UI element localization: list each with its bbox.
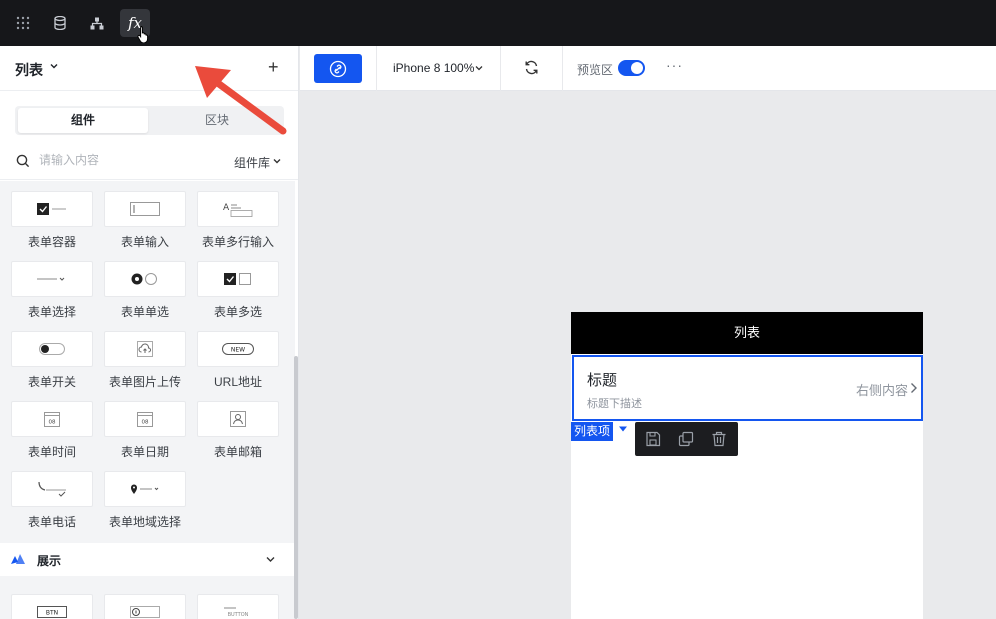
date-number-text: 08 [142,420,149,426]
component-label: 表单输入 [120,235,169,249]
url-icon: NEW [197,331,279,367]
annotation-arrow-icon [195,66,287,135]
form-phone-icon [11,471,93,507]
component-url[interactable]: NEW URL地址 [196,331,280,390]
component-action-bar [635,422,738,456]
chevron-down-icon[interactable] [272,156,282,166]
form-region-icon [104,471,186,507]
toolbar-divider [500,46,501,91]
component-button-group[interactable]: BUTTON [196,594,280,619]
component-form-date[interactable]: 08 表单日期 [103,401,187,460]
link-button[interactable] [314,54,362,83]
list-item-selected[interactable]: 标题 标题下描述 右侧内容 [572,355,923,421]
svg-text:A: A [223,203,230,213]
component-form-select[interactable]: 表单选择 [10,261,94,320]
panel-scrollbar[interactable] [294,356,298,619]
form-textarea-icon: A [197,191,279,227]
toolbar-divider [562,46,563,91]
caret-down-icon[interactable] [618,425,628,433]
component-form-region[interactable]: 表单地域选择 [103,471,187,530]
pointer-cursor-icon [137,26,149,43]
section-display[interactable]: 展示 [0,543,295,576]
form-switch-icon [11,331,93,367]
form-container-icon [11,191,93,227]
hierarchy-icon[interactable] [82,9,112,37]
component-form-container[interactable]: 表单容器 [10,191,94,250]
refresh-icon[interactable] [523,59,540,76]
component-form-phone[interactable]: 表单电话 [10,471,94,530]
save-icon[interactable] [645,431,661,447]
list-item-right-content: 右侧内容 [856,383,909,398]
chevron-down-icon[interactable] [265,554,276,564]
component-form-radio[interactable]: 表单单选 [103,261,187,320]
button-group-icon: BUTTON [197,594,279,619]
info-icon [104,594,186,619]
component-label: 表单时间 [27,445,76,459]
component-label: 表单电话 [27,515,76,529]
form-upload-icon [104,331,186,367]
preview-toggle-label: 预览区 [577,63,614,77]
component-label: 表单开关 [27,375,76,389]
component-form-email[interactable]: 表单邮箱 [196,401,280,460]
form-radio-icon [104,261,186,297]
delete-icon[interactable] [711,431,727,447]
component-label: 表单多行输入 [201,235,274,249]
section-display-label: 展示 [37,554,62,568]
page-selector-label[interactable]: 列表 [15,60,43,80]
component-label: 表单日期 [120,445,169,459]
search-icon [16,154,30,168]
chevron-down-icon[interactable] [49,61,59,71]
component-label: 表单地域选择 [108,515,181,529]
search-row: 组件库 [0,144,298,180]
display-section-icon [11,554,25,564]
form-input-icon [104,191,186,227]
component-form-switch[interactable]: 表单开关 [10,331,94,390]
btn-text: BTN [46,609,58,616]
list-item-description: 标题下描述 [587,398,642,410]
component-label: 表单容器 [27,235,76,249]
chevron-down-icon[interactable] [474,63,484,73]
form-select-icon [11,261,93,297]
component-library-dropdown[interactable]: 组件库 [234,154,270,171]
more-options-button[interactable]: ··· [666,57,683,73]
copy-icon[interactable] [678,431,694,447]
button-icon: BTN [11,594,93,619]
phone-preview: 列表 标题 标题下描述 右侧内容 [571,312,923,619]
component-label: URL地址 [213,375,262,389]
new-badge-text: NEW [231,346,245,353]
list-item-title: 标题 [587,372,618,389]
component-form-checkbox[interactable]: 表单多选 [196,261,280,320]
component-grid: 表单容器 表单输入 A 表单多行输入 表单选择 表单单选 表单多选 表单开关 表… [0,181,295,543]
canvas-toolbar: iPhone 8 100% 预览区 ··· [300,46,996,91]
chevron-right-icon [911,383,917,393]
display-component-grid: BTN BUTTON [0,576,295,619]
component-form-upload[interactable]: 表单图片上传 [103,331,187,390]
form-date-icon: 08 [104,401,186,437]
apps-grid-icon[interactable] [8,9,38,37]
component-form-textarea[interactable]: A 表单多行输入 [196,191,280,250]
component-label: 表单邮箱 [213,445,262,459]
component-label: 表单选择 [27,305,76,319]
selected-component-tag[interactable]: 列表项 [571,422,614,441]
database-icon[interactable] [45,9,75,37]
button-small-text: BUTTON [228,612,249,618]
device-selector[interactable]: iPhone 8 100% [393,61,474,75]
component-label: 表单图片上传 [108,375,181,389]
component-button[interactable]: BTN [10,594,94,619]
tab-components[interactable]: 组件 [18,108,148,133]
component-label: 表单单选 [120,305,169,319]
component-info[interactable] [103,594,187,619]
form-checkbox-icon [197,261,279,297]
form-time-icon: 08 [11,401,93,437]
date-number-text: 08 [49,420,56,426]
phone-navbar-title[interactable]: 列表 [571,312,923,354]
toolbar-divider [376,46,377,91]
component-label: 表单多选 [213,305,262,319]
component-form-time[interactable]: 08 表单时间 [10,401,94,460]
component-form-input[interactable]: 表单输入 [103,191,187,250]
search-input[interactable] [39,153,209,167]
link-icon [329,60,347,77]
preview-toggle[interactable] [618,60,645,76]
form-email-icon [197,401,279,437]
